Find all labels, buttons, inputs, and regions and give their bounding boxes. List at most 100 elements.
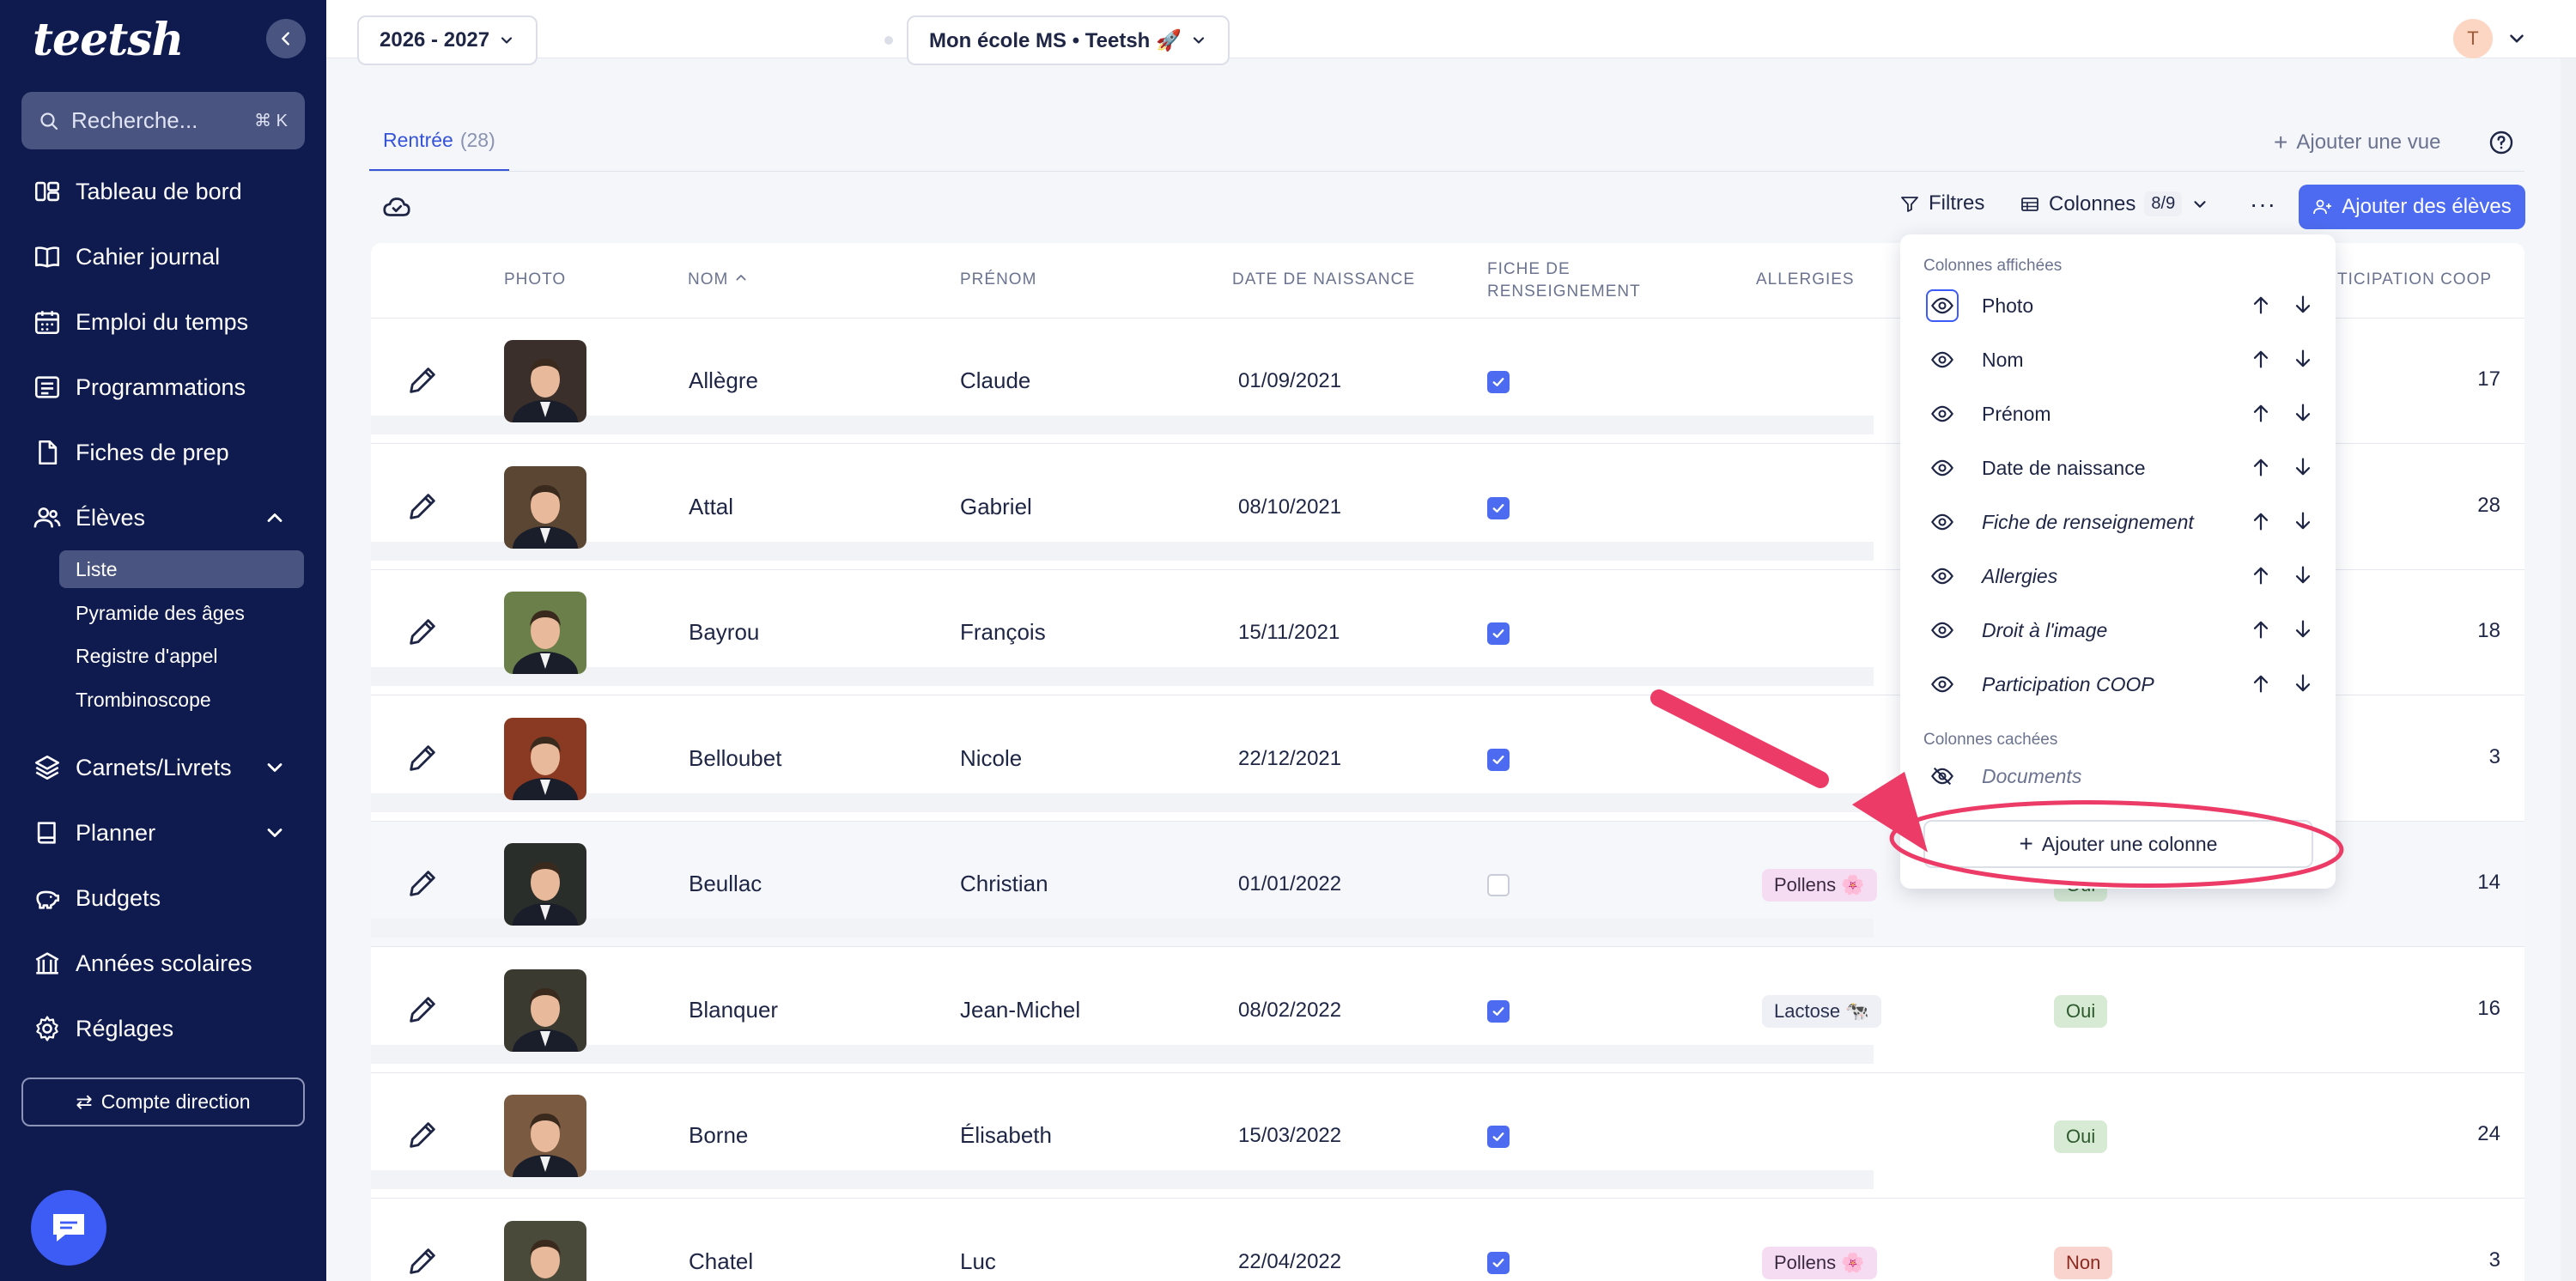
pencil-icon[interactable] <box>405 615 440 649</box>
arrow-down-icon <box>2295 349 2311 367</box>
column-label: Allergies <box>1982 564 2058 587</box>
add-students-button[interactable]: Ajouter des élèves <box>2299 185 2525 229</box>
move-down-button[interactable] <box>2291 509 2315 537</box>
nav-planner[interactable]: Planner <box>33 816 283 850</box>
sub-item-liste[interactable]: Liste <box>76 558 118 581</box>
shown-column-item[interactable]: Nom <box>1926 340 2312 379</box>
shown-column-item[interactable]: Photo <box>1926 286 2312 325</box>
pencil-icon[interactable] <box>405 489 440 524</box>
move-down-button[interactable] <box>2291 293 2315 321</box>
table-row[interactable]: Blanquer Jean-Michel 08/02/2022 Lactose 🐄 Ou… <box>371 948 2524 1073</box>
toggle-visibility-button[interactable] <box>1926 398 1959 430</box>
shown-column-item[interactable]: Droit à l'image <box>1926 610 2312 650</box>
page-scrollbar[interactable] <box>2561 58 2576 1281</box>
cloud-sync-icon <box>383 197 410 216</box>
fiche-checkbox[interactable] <box>1487 748 1510 771</box>
toggle-visibility-button[interactable] <box>1926 289 1959 322</box>
school-year-select[interactable]: 2026 - 2027 <box>357 15 538 65</box>
col-header-allergies[interactable]: ALLERGIES <box>1756 269 1855 291</box>
pencil-icon[interactable] <box>405 1244 440 1278</box>
toggle-visibility-button[interactable] <box>1926 452 1959 484</box>
table-row[interactable]: Borne Élisabeth 15/03/2022 Oui 24 <box>371 1073 2524 1199</box>
toggle-visibility-button[interactable] <box>1926 668 1959 701</box>
move-down-button[interactable] <box>2291 401 2315 429</box>
shown-column-item[interactable]: Participation COOP <box>1926 665 2312 704</box>
fiche-checkbox[interactable] <box>1487 874 1510 896</box>
fiche-checkbox[interactable] <box>1487 496 1510 519</box>
move-up-button[interactable] <box>2249 617 2273 646</box>
col-header-photo[interactable]: PHOTO <box>504 269 566 291</box>
move-up-button[interactable] <box>2249 509 2273 537</box>
nav-cahier-journal[interactable]: Cahier journal <box>33 240 220 274</box>
nav-carnets-livrets[interactable]: Carnets/Livrets <box>33 750 283 785</box>
shown-column-item[interactable]: Fiche de renseignement <box>1926 502 2312 542</box>
pencil-icon[interactable] <box>405 741 440 775</box>
student-photo <box>504 843 586 926</box>
pencil-icon[interactable] <box>405 866 440 901</box>
move-down-button[interactable] <box>2291 617 2315 646</box>
add-column-button[interactable]: + Ajouter une colonne <box>1923 820 2313 868</box>
nav-emploi-du-temps[interactable]: Emploi du temps <box>33 305 248 339</box>
help-icon[interactable] <box>2488 129 2515 156</box>
chat-support-button[interactable] <box>31 1190 106 1266</box>
move-down-button[interactable] <box>2291 347 2315 375</box>
nav-annees-scolaires[interactable]: Années scolaires <box>33 946 252 980</box>
school-select[interactable]: Mon école MS • Teetsh 🚀 <box>907 15 1230 65</box>
chevron-down-icon[interactable] <box>2506 27 2528 50</box>
toggle-visibility-button[interactable] <box>1926 760 1959 792</box>
shown-column-item[interactable]: Date de naissance <box>1926 448 2312 488</box>
col-header-nom[interactable]: NOM <box>688 269 748 291</box>
toggle-visibility-button[interactable] <box>1926 614 1959 647</box>
toggle-visibility-button[interactable] <box>1926 343 1959 376</box>
fiche-checkbox[interactable] <box>1487 1126 1510 1148</box>
tab-rentree[interactable]: Rentrée (28) <box>369 129 509 172</box>
col-header-coop[interactable]: TICIPATION COOP <box>2337 269 2492 291</box>
nav-reglages[interactable]: Réglages <box>33 1011 173 1046</box>
move-up-button[interactable] <box>2249 347 2273 375</box>
move-down-button[interactable] <box>2291 455 2315 483</box>
table-row[interactable]: Chatel Luc 22/04/2022 Pollens 🌸 Non 3 <box>371 1199 2524 1281</box>
user-avatar[interactable]: T <box>2453 19 2493 58</box>
toggle-visibility-button[interactable] <box>1926 506 1959 538</box>
move-up-button[interactable] <box>2249 563 2273 592</box>
move-up-button[interactable] <box>2249 455 2273 483</box>
fiche-checkbox[interactable] <box>1487 1251 1510 1274</box>
shown-column-item[interactable]: Prénom <box>1926 394 2312 434</box>
toggle-visibility-button[interactable] <box>1926 560 1959 592</box>
nav-programmations[interactable]: Programmations <box>33 370 246 404</box>
piggy-bank-icon <box>36 890 60 909</box>
columns-button[interactable]: Colonnes 8/9 <box>2020 191 2209 216</box>
move-up-button[interactable] <box>2249 401 2273 429</box>
shown-column-item[interactable]: Allergies <box>1926 556 2312 596</box>
pencil-icon[interactable] <box>405 363 440 398</box>
nav-tableau-de-bord[interactable]: Tableau de bord <box>33 174 242 209</box>
hidden-column-item[interactable]: Documents <box>1926 756 2312 796</box>
sub-item-registre[interactable]: Registre d'appel <box>76 645 218 668</box>
add-view-button[interactable]: + Ajouter une vue <box>2274 129 2440 156</box>
sub-item-pyramide[interactable]: Pyramide des âges <box>76 602 245 625</box>
fiche-checkbox[interactable] <box>1487 999 1510 1023</box>
fiche-checkbox[interactable] <box>1487 622 1510 645</box>
teetsh-logo[interactable]: teetsh <box>33 14 184 66</box>
move-down-button[interactable] <box>2291 671 2315 700</box>
fiche-checkbox[interactable] <box>1487 371 1510 393</box>
move-down-button[interactable] <box>2291 563 2315 592</box>
allergy-tag: Lactose 🐄 <box>1762 994 1881 1028</box>
sub-item-trombinoscope[interactable]: Trombinoscope <box>76 689 211 712</box>
compte-direction-button[interactable]: ⇄ Compte direction <box>21 1078 305 1126</box>
col-header-naissance[interactable]: DATE DE NAISSANCE <box>1232 269 1415 291</box>
nav-budgets[interactable]: Budgets <box>33 881 161 915</box>
filters-button[interactable]: Filtres <box>1899 191 1984 216</box>
col-header-prenom[interactable]: PRÉNOM <box>960 269 1036 291</box>
search-input[interactable]: Recherche... ⌘ K <box>21 92 305 149</box>
more-options-button[interactable]: ··· <box>2250 191 2276 218</box>
move-up-button[interactable] <box>2249 293 2273 321</box>
col-header-fiche[interactable]: FICHE DE RENSEIGNEMENT <box>1487 258 1641 303</box>
sort-ascending-icon <box>736 275 746 281</box>
nav-eleves[interactable]: Élèves <box>33 501 283 535</box>
pencil-icon[interactable] <box>405 1118 440 1152</box>
move-up-button[interactable] <box>2249 671 2273 700</box>
nav-fiches-de-prep[interactable]: Fiches de prep <box>33 435 229 470</box>
pencil-icon[interactable] <box>405 993 440 1027</box>
collapse-sidebar-button[interactable] <box>266 19 306 58</box>
